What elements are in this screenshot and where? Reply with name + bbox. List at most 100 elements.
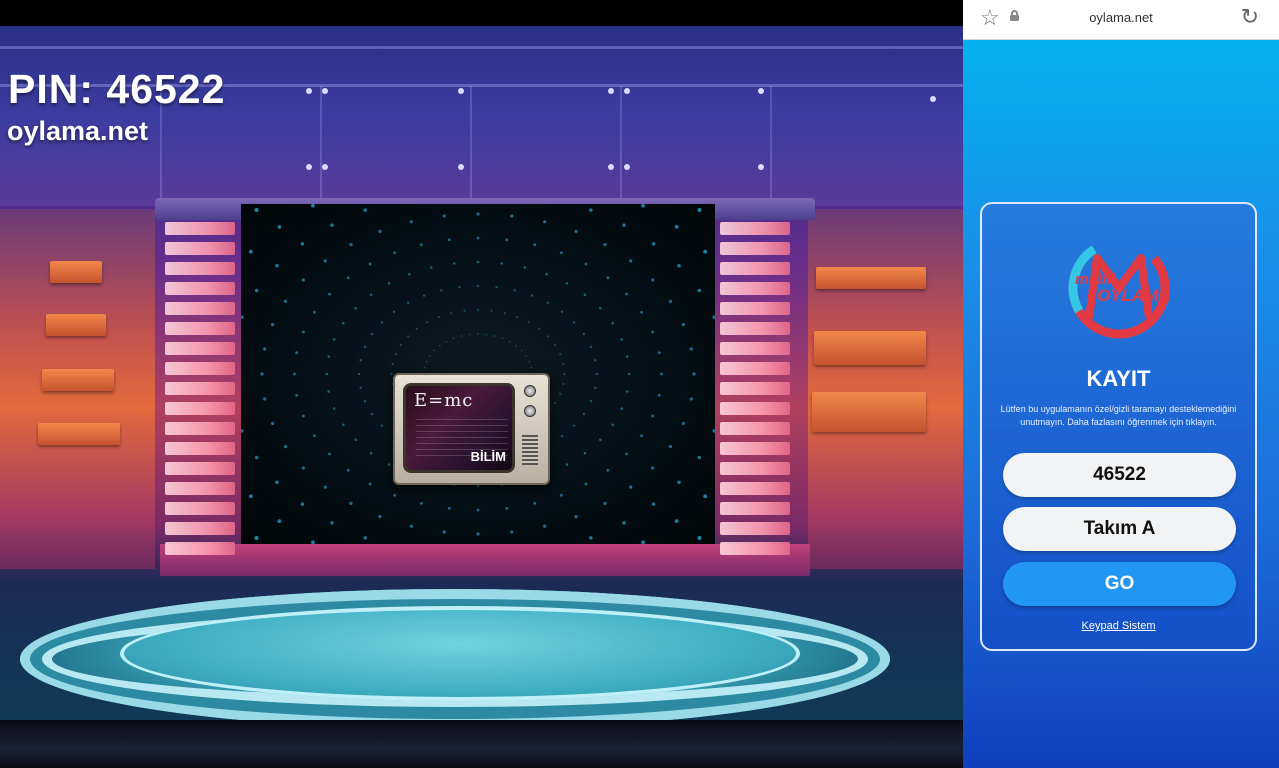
- wall-light-dot: [559, 493, 563, 497]
- wall-light-dot: [546, 335, 549, 338]
- wall-light-dot: [603, 243, 607, 247]
- right-louver-slat: [720, 222, 790, 235]
- pin-field[interactable]: 46522: [1003, 453, 1236, 497]
- wall-light-dot: [668, 445, 673, 449]
- wall-light-dot: [712, 429, 715, 433]
- right-louver-slat: [720, 262, 790, 275]
- wall-light-dot: [697, 535, 702, 541]
- wall-light-dot: [378, 515, 382, 519]
- wall-light-dot: [622, 521, 626, 525]
- wall-light-dot: [438, 344, 441, 347]
- wall-light-dot: [349, 243, 353, 247]
- wall-light-dot: [447, 506, 451, 510]
- left-louver-slat: [165, 382, 235, 395]
- wall-light-dot: [323, 485, 327, 489]
- wall-light-dot: [611, 321, 614, 325]
- wall-light-dot: [342, 423, 345, 427]
- tv-speaker-grille: [522, 435, 538, 465]
- wall-light-dot: [330, 223, 334, 227]
- right-louver-slat: [720, 302, 790, 315]
- wall-light-dot: [393, 251, 397, 255]
- wall-light-dot: [565, 463, 569, 466]
- wall-light-dot: [368, 262, 372, 266]
- right-louver-slat: [720, 322, 790, 335]
- wall-light-dot: [415, 327, 418, 330]
- wall-light-dot: [380, 424, 384, 427]
- wall-light-dot: [651, 330, 655, 334]
- wall-light-dot: [677, 480, 681, 484]
- wall-light-dot: [668, 299, 673, 303]
- wall-light-dot: [712, 315, 715, 319]
- ceiling-panel-edge: [620, 86, 622, 206]
- registration-title: KAYIT: [1086, 366, 1151, 391]
- left-louver-slat: [165, 462, 235, 475]
- wall-light-dot: [419, 243, 423, 247]
- wall-light-dot: [559, 353, 562, 356]
- wall-light-dot: [387, 463, 391, 466]
- wall-light-dot: [640, 434, 644, 438]
- wall-light-dot: [530, 366, 533, 369]
- wall-light-dot: [447, 238, 451, 242]
- wall-light-dot: [560, 435, 564, 438]
- wall-light-dot: [271, 323, 275, 327]
- wall-light-dot: [422, 294, 426, 297]
- wall-light-dot: [599, 306, 602, 310]
- wall-light-dot: [370, 332, 374, 336]
- wall-light-dot: [620, 407, 624, 410]
- wall-light-dot: [545, 272, 548, 276]
- wall-slab: [812, 392, 926, 432]
- studio-stage: E=mc BİLİM PIN: 46522 oylama.net: [0, 26, 963, 720]
- wall-light-dot: [677, 264, 681, 268]
- wall-light-dot: [681, 323, 685, 327]
- private-browsing-notice[interactable]: Lütfen bu uygulamanın özel/gizli taramay…: [996, 403, 1241, 429]
- wall-light-dot: [589, 208, 593, 212]
- wall-light-dot: [283, 299, 288, 303]
- stage-floor-center: [120, 606, 800, 701]
- wall-light-dot: [300, 502, 305, 506]
- wall-light-dot: [458, 285, 461, 289]
- wall-light-dot: [476, 236, 480, 240]
- wall-light-dot: [589, 536, 593, 540]
- wall-light-dot: [533, 243, 537, 247]
- wall-light-dot: [582, 332, 586, 336]
- wall-slab: [814, 331, 926, 365]
- wall-light-dot: [311, 204, 315, 208]
- wall-light-dot: [625, 452, 628, 456]
- wall-light-dot: [342, 321, 345, 325]
- ceiling-light: [306, 88, 312, 94]
- wall-light-dot: [363, 345, 367, 348]
- wall-light-dot: [500, 262, 504, 265]
- left-louver-slat: [165, 402, 235, 415]
- wall-light-dot: [391, 363, 394, 365]
- left-louver-slat: [165, 342, 235, 355]
- wall-light-dot: [620, 338, 624, 341]
- site-address: oylama.net: [7, 116, 149, 146]
- go-button[interactable]: GO: [1003, 562, 1236, 606]
- wall-light-dot: [528, 360, 531, 363]
- url-text[interactable]: oylama.net: [963, 10, 1279, 25]
- wall-light-dot: [584, 262, 588, 266]
- wall-light-dot: [510, 214, 514, 218]
- keypad-system-link[interactable]: Keypad Sistem: [982, 620, 1255, 632]
- wall-light-dot: [349, 501, 353, 505]
- ceiling-panel-edge: [320, 86, 322, 206]
- wall-light-dot: [563, 373, 566, 375]
- left-louver-slat: [165, 482, 235, 495]
- wall-light-dot: [390, 373, 393, 375]
- team-field[interactable]: Takım A: [1003, 507, 1236, 551]
- wall-light-dot: [640, 310, 644, 314]
- wall-light-dot: [562, 363, 565, 365]
- wall-light-dot: [332, 407, 336, 410]
- wall-light-dot: [453, 262, 456, 265]
- left-louver-slat: [165, 542, 235, 555]
- wall-light-dot: [295, 393, 299, 397]
- wall-light-dot: [248, 249, 253, 254]
- wall-light-dot: [583, 451, 587, 455]
- ceiling-light: [758, 164, 764, 170]
- wall-light-dot: [380, 321, 384, 324]
- left-louver-slat: [165, 262, 235, 275]
- reload-icon[interactable]: ↻: [1241, 4, 1259, 30]
- wall-light-dot: [394, 353, 397, 356]
- wall-light-dot: [584, 482, 588, 486]
- wall-light-dot: [275, 264, 279, 268]
